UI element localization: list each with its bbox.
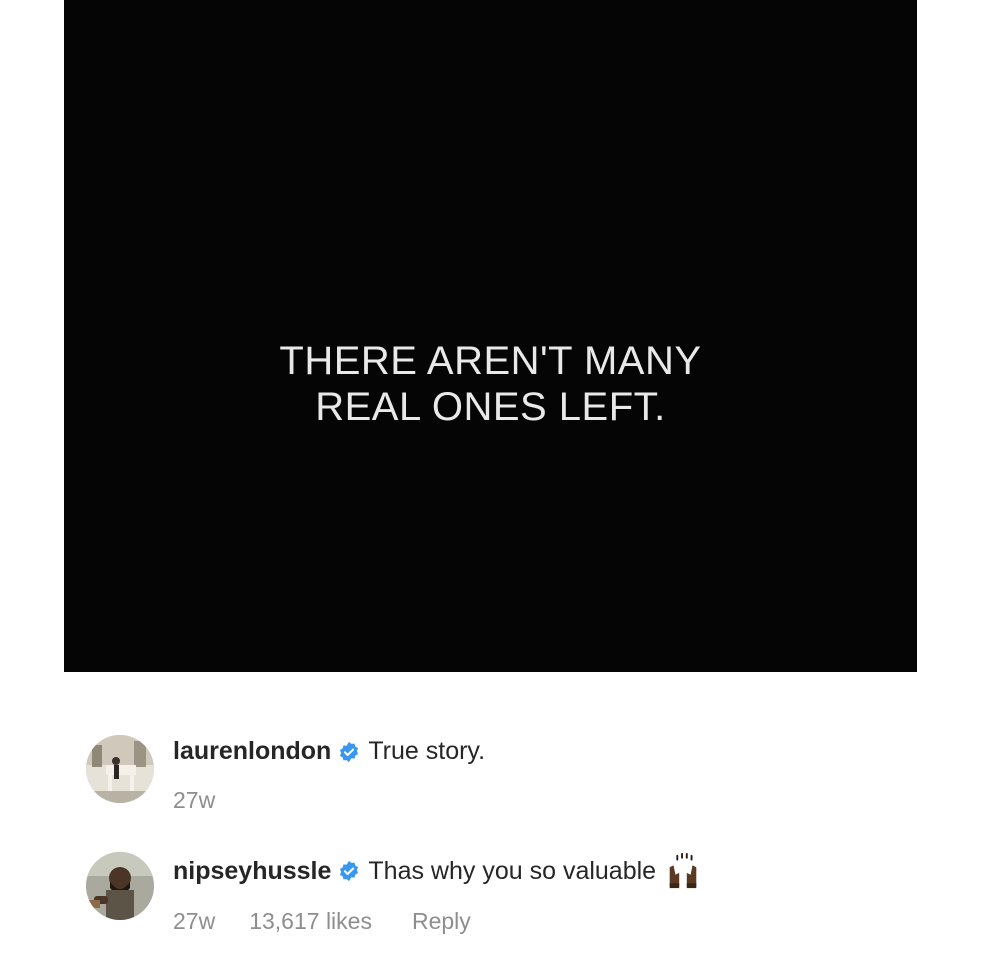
comment-timestamp[interactable]: 27w bbox=[173, 908, 215, 935]
verified-badge-icon bbox=[338, 741, 360, 763]
comment-text: Thas why you so valuable bbox=[368, 856, 657, 885]
verified-badge-icon bbox=[338, 860, 360, 882]
comment-item: nipseyhussle Thas why you so valuable 27… bbox=[86, 844, 966, 954]
avatar-photo-icon bbox=[86, 852, 154, 920]
avatar[interactable] bbox=[86, 852, 154, 920]
comment-username[interactable]: laurenlondon bbox=[173, 737, 331, 766]
comment-timestamp[interactable]: 27w bbox=[173, 787, 215, 814]
avatar[interactable] bbox=[86, 735, 154, 803]
avatar-photo-icon bbox=[86, 735, 154, 803]
comment-meta: 27w 13,617 likes Reply bbox=[173, 908, 471, 935]
comment-line: nipseyhussle Thas why you so valuable bbox=[173, 852, 702, 890]
comment-item: laurenlondon True story. 27w bbox=[86, 727, 966, 827]
reply-button[interactable]: Reply bbox=[412, 908, 471, 935]
caption-line-2: REAL ONES LEFT. bbox=[315, 385, 666, 429]
post-image[interactable]: THERE AREN'T MANY REAL ONES LEFT. bbox=[64, 0, 917, 672]
comment-line: laurenlondon True story. bbox=[173, 737, 485, 766]
post-image-caption: THERE AREN'T MANY REAL ONES LEFT. bbox=[64, 338, 917, 430]
comment-username[interactable]: nipseyhussle bbox=[173, 857, 331, 886]
comment-likes-count[interactable]: 13,617 likes bbox=[249, 908, 372, 935]
comment-meta: 27w bbox=[173, 787, 249, 814]
raising-hands-emoji-icon bbox=[664, 852, 702, 890]
caption-line-1: THERE AREN'T MANY bbox=[279, 339, 702, 383]
comment-text: True story. bbox=[368, 737, 486, 765]
